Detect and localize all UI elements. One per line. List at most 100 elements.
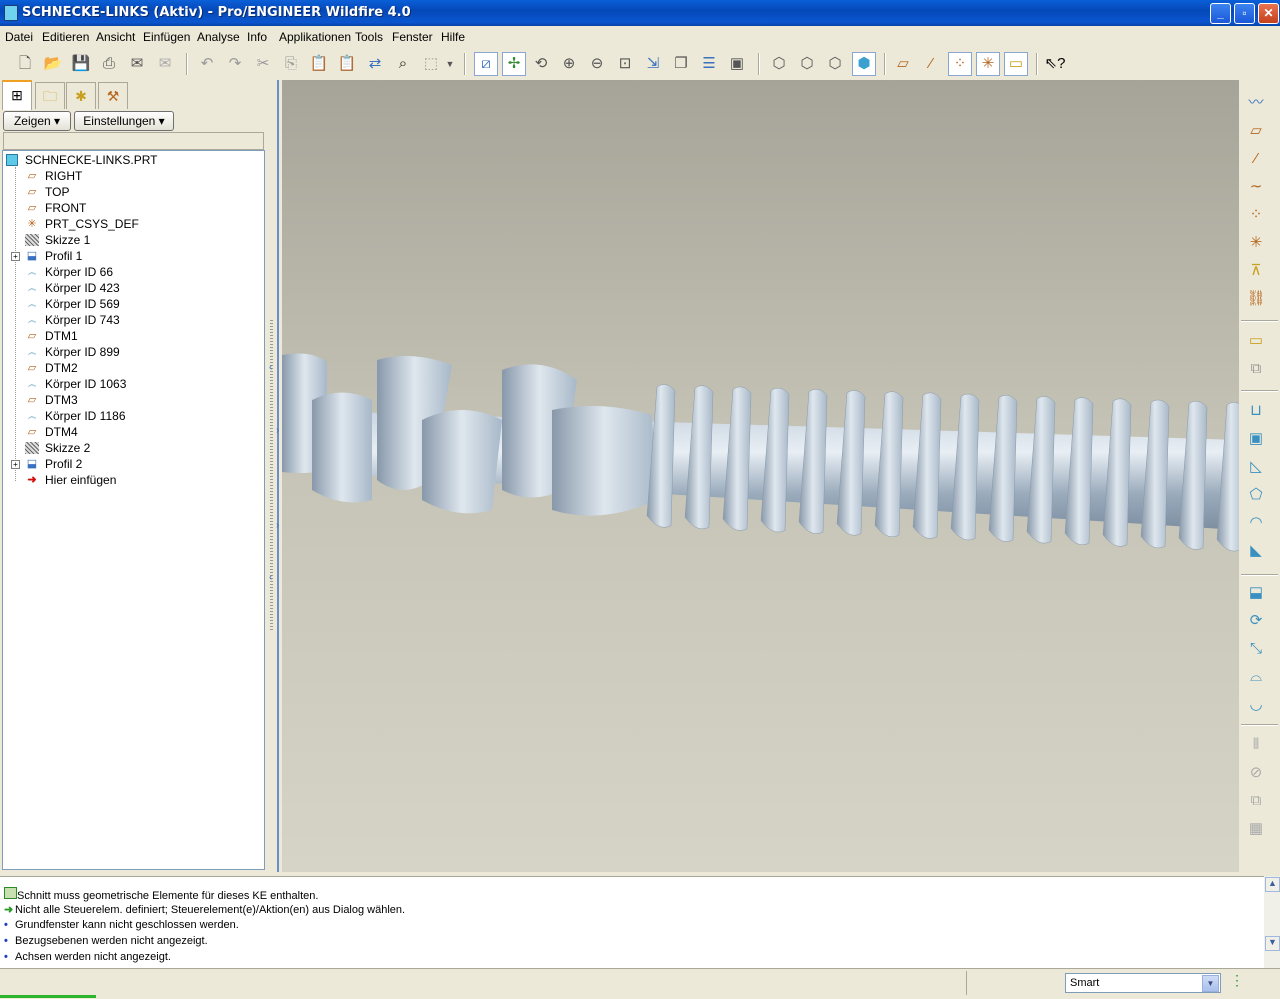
menu-datei[interactable]: Datei	[5, 30, 33, 44]
shell-icon[interactable]: ▣	[1243, 428, 1269, 450]
tree-item[interactable]: + ⬓ Profil 2	[3, 456, 258, 472]
title-bar[interactable]: SCHNECKE-LINKS (Aktiv) - Pro/ENGINEER Wi…	[0, 0, 1280, 26]
layers-icon[interactable]: ☰	[698, 53, 720, 75]
tree-item[interactable]: ෴ Körper ID 423	[3, 280, 258, 296]
analysis-feature-icon[interactable]: ⊼	[1243, 260, 1269, 282]
spin-center-icon[interactable]: ✢	[502, 52, 526, 76]
repaint-icon[interactable]: ⧄	[474, 52, 498, 76]
undo-icon[interactable]: ↶	[196, 53, 218, 75]
reorient-icon[interactable]: ⇲	[642, 53, 664, 75]
tree-item[interactable]: ▱ DTM1	[3, 328, 258, 344]
menu-analyse[interactable]: Analyse	[197, 30, 240, 44]
tree-item[interactable]: ▱ RIGHT	[3, 168, 258, 184]
tree-item[interactable]: ▱ FRONT	[3, 200, 258, 216]
show-dropdown-button[interactable]: Zeigen ▾	[3, 111, 71, 131]
datum-points-icon[interactable]: ⁘	[948, 52, 972, 76]
select-box-icon[interactable]: ⬚	[420, 53, 442, 75]
favorites-icon[interactable]: ✱	[66, 82, 96, 109]
collapse-left-icon[interactable]: ‹	[269, 362, 272, 373]
round-icon[interactable]: ◠	[1243, 512, 1269, 534]
tree-column-header[interactable]	[3, 132, 264, 150]
annotations-icon[interactable]: ▭	[1004, 52, 1028, 76]
select-dropdown-icon[interactable]: ▼	[444, 53, 456, 75]
menu-einfuegen[interactable]: Einfügen	[143, 30, 190, 44]
extrude-tool-icon[interactable]: ⬓	[1243, 582, 1269, 604]
menu-applikationen[interactable]: Applikationen	[279, 30, 351, 44]
menu-fenster[interactable]: Fenster	[392, 30, 433, 44]
expand-icon[interactable]: +	[11, 460, 20, 469]
menu-tools[interactable]: Tools	[355, 30, 383, 44]
copy-icon[interactable]: ⎘	[280, 53, 302, 75]
close-button[interactable]: ✕	[1258, 3, 1279, 24]
find-icon[interactable]: ⌕	[392, 53, 414, 75]
sweep-tool-icon[interactable]: ⤡	[1243, 638, 1269, 660]
view-manager-icon[interactable]: ▣	[726, 53, 748, 75]
tree-item[interactable]: Skizze 1	[3, 232, 258, 248]
tree-item[interactable]: ෴ Körper ID 569	[3, 296, 258, 312]
regenerate-icon[interactable]: ⇄	[364, 53, 386, 75]
trim-icon[interactable]: ▦	[1243, 818, 1269, 840]
tree-item[interactable]: ෴ Körper ID 1186	[3, 408, 258, 424]
mirror-geometry-icon[interactable]: ⧉	[1243, 358, 1269, 380]
saved-views-icon[interactable]: ❐	[670, 53, 692, 75]
redo-icon[interactable]: ↷	[224, 53, 246, 75]
save-icon[interactable]: 💾	[70, 53, 92, 75]
datum-planes-icon[interactable]: ▱	[892, 53, 914, 75]
pattern-icon[interactable]: ⊘	[1243, 762, 1269, 784]
draft-icon[interactable]: ⬠	[1243, 484, 1269, 506]
connections-icon[interactable]: ⚒	[98, 82, 128, 109]
mirror-tool-icon[interactable]: ⫴	[1243, 734, 1269, 756]
paste-special-icon[interactable]: 📋	[336, 53, 358, 75]
datum-plane-tool-icon[interactable]: ▱	[1243, 120, 1269, 142]
surface-tool-icon[interactable]: ◡	[1243, 694, 1269, 716]
blend-tool-icon[interactable]: ⌓	[1243, 666, 1269, 688]
menu-editieren[interactable]: Editieren	[42, 30, 89, 44]
sketch-tool-icon[interactable]: 〰	[1243, 92, 1269, 114]
coord-systems-icon[interactable]: ✳	[976, 52, 1000, 76]
shading-icon[interactable]: ⬢	[852, 52, 876, 76]
chamfer-icon[interactable]: ◣	[1243, 540, 1269, 562]
datum-axis-tool-icon[interactable]: ⁄	[1243, 148, 1269, 170]
hole-icon[interactable]: ⊔	[1243, 400, 1269, 422]
tree-item[interactable]: ෴ Körper ID 1063	[3, 376, 258, 392]
wireframe-icon[interactable]: ⬡	[768, 53, 790, 75]
expand-right-icon[interactable]: ›	[276, 520, 279, 531]
collapse-left-icon[interactable]: ‹	[269, 572, 272, 583]
selection-filter-dropdown[interactable]: Smart ▼	[1065, 973, 1221, 993]
settings-dropdown-button[interactable]: Einstellungen ▾	[74, 111, 174, 131]
paste-icon[interactable]: 📋	[308, 53, 330, 75]
maximize-button[interactable]: ▫	[1234, 3, 1255, 24]
message-scrollbar[interactable]: ▲ ▼	[1264, 876, 1280, 968]
graphics-window[interactable]	[282, 80, 1239, 872]
tree-item[interactable]: ▱ DTM3	[3, 392, 258, 408]
zoom-out-icon[interactable]: ⊖	[586, 53, 608, 75]
app-icon[interactable]	[4, 5, 18, 21]
merge-icon[interactable]: ⧉	[1243, 790, 1269, 812]
scroll-up-icon[interactable]: ▲	[1265, 877, 1280, 892]
tree-item[interactable]: ▱ TOP	[3, 184, 258, 200]
panel-splitter[interactable]: ‹ › › ‹	[266, 80, 282, 872]
orientation-icon[interactable]: ⟲	[530, 53, 552, 75]
chevron-down-icon[interactable]: ▼	[1202, 975, 1219, 992]
zoom-in-icon[interactable]: ⊕	[558, 53, 580, 75]
tree-item[interactable]: ෴ Körper ID 66	[3, 264, 258, 280]
screw-model[interactable]	[282, 80, 1239, 872]
menu-info[interactable]: Info	[247, 30, 267, 44]
scroll-down-icon[interactable]: ▼	[1265, 936, 1280, 951]
open-folder-icon[interactable]: 📂	[42, 53, 64, 75]
hidden-line-icon[interactable]: ⬡	[796, 53, 818, 75]
context-help-icon[interactable]: ⇖?	[1044, 53, 1066, 75]
tree-item[interactable]: ▱ DTM2	[3, 360, 258, 376]
datum-curve-tool-icon[interactable]: ∼	[1243, 176, 1269, 198]
revolve-tool-icon[interactable]: ⟳	[1243, 610, 1269, 632]
tree-item[interactable]: ✳ PRT_CSYS_DEF	[3, 216, 258, 232]
expand-icon[interactable]: +	[11, 252, 20, 261]
cut-icon[interactable]: ✂	[252, 53, 274, 75]
tree-item[interactable]: + ⬓ Profil 1	[3, 248, 258, 264]
model-tree-icon[interactable]: ⊞	[2, 80, 32, 110]
view-icon[interactable]: ▭	[1243, 330, 1269, 352]
traffic-light-icon[interactable]: ⋮	[1230, 972, 1244, 992]
datum-axes-icon[interactable]: ⁄	[920, 53, 942, 75]
no-hidden-icon[interactable]: ⬡	[824, 53, 846, 75]
menu-ansicht[interactable]: Ansicht	[96, 30, 135, 44]
